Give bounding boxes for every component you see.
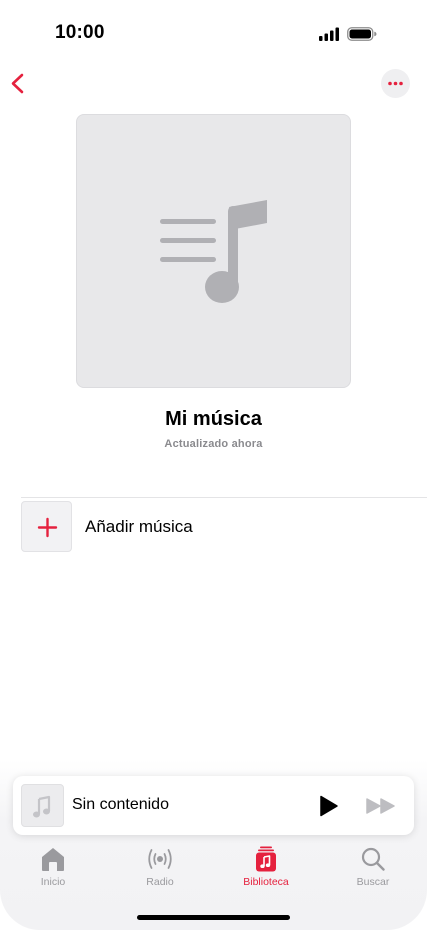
tab-label: Radio [146, 876, 174, 888]
playlist-artwork [76, 114, 351, 388]
music-list-icon [160, 200, 267, 303]
divider [21, 497, 427, 498]
home-indicator [137, 915, 290, 920]
status-bar: 10:00 [0, 0, 427, 60]
mini-player[interactable]: Sin contenido [13, 776, 414, 835]
tab-label: Inicio [40, 876, 66, 888]
signal-icon [319, 27, 339, 41]
home-icon [42, 848, 64, 871]
more-options-button[interactable] [381, 69, 410, 98]
ellipsis-icon [388, 81, 403, 86]
play-icon[interactable] [316, 794, 340, 818]
tab-biblioteca[interactable]: Biblioteca [226, 845, 306, 897]
forward-icon[interactable] [365, 794, 399, 818]
add-music-tile [21, 501, 72, 552]
playlist-subtitle: Actualizado ahora [164, 438, 263, 450]
playlist-title: Mi música [165, 408, 262, 430]
tab-buscar[interactable]: Buscar [333, 845, 413, 897]
search-icon [361, 847, 385, 871]
tab-label: Biblioteca [243, 876, 289, 888]
radio-icon [148, 849, 172, 869]
battery-icon [347, 27, 377, 41]
music-note-icon [33, 795, 51, 818]
plus-icon [37, 517, 58, 538]
chevron-left-icon [11, 73, 24, 94]
library-icon [256, 846, 276, 872]
tab-inicio[interactable]: Inicio [13, 845, 93, 897]
mini-player-artwork [21, 784, 64, 827]
add-music-button[interactable]: Añadir música [21, 501, 427, 553]
tab-radio[interactable]: Radio [120, 845, 200, 897]
status-time: 10:00 [55, 22, 105, 43]
add-music-label: Añadir música [85, 517, 193, 536]
mini-player-title: Sin contenido [72, 796, 169, 813]
tab-label: Buscar [356, 876, 390, 888]
back-button[interactable] [6, 68, 32, 98]
